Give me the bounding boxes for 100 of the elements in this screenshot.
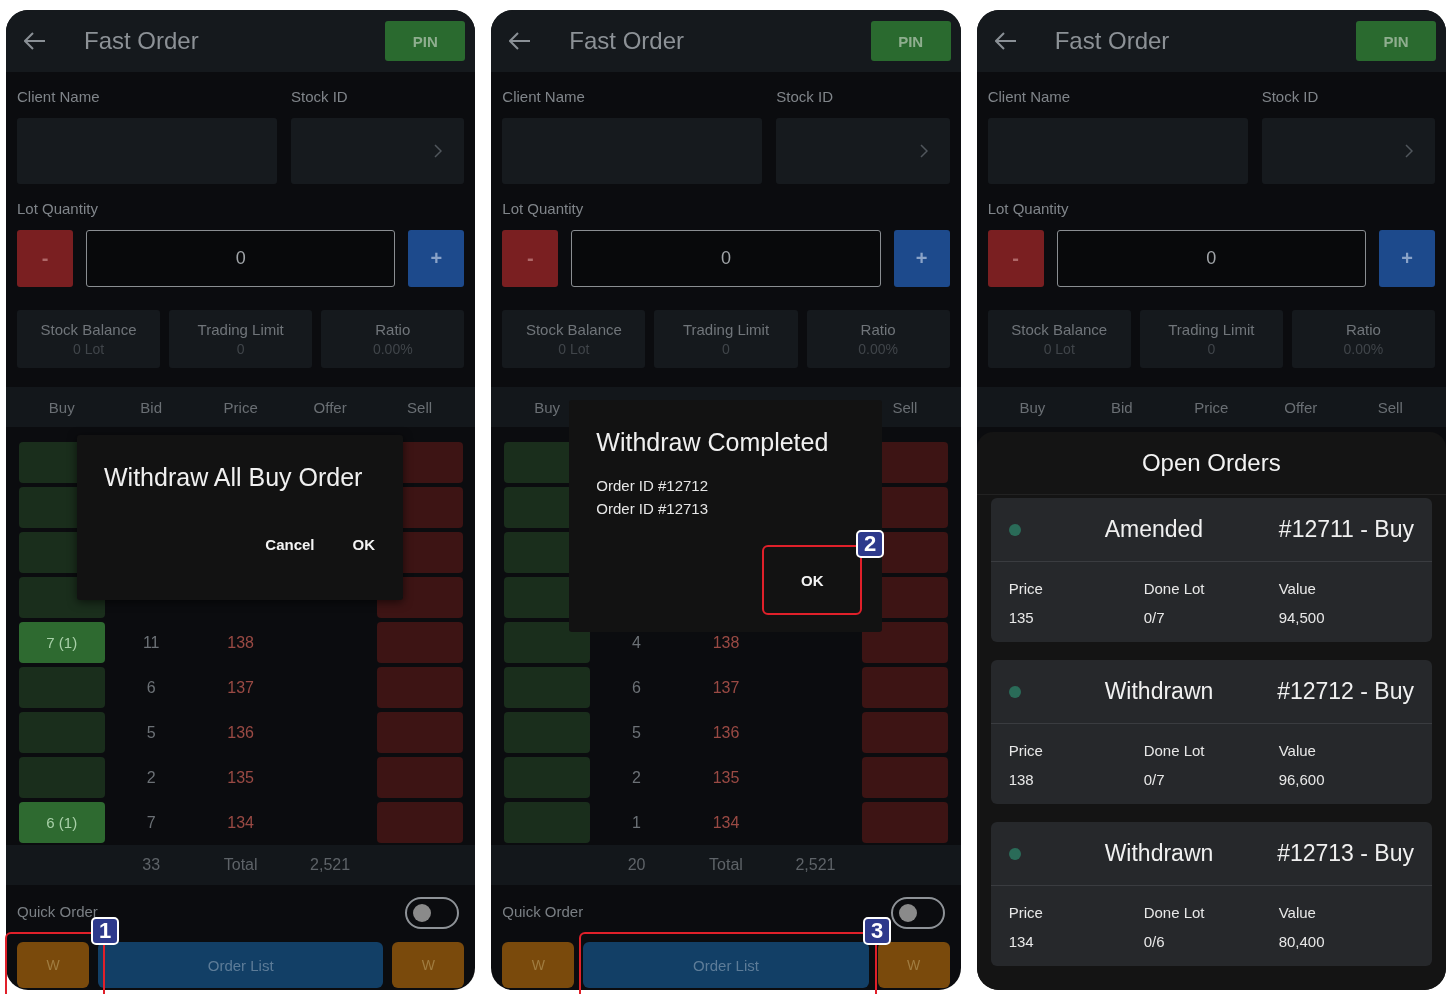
stock-id-field[interactable] bbox=[1261, 118, 1435, 184]
dialog-button[interactable]: Cancel bbox=[253, 528, 327, 561]
stat-label: Stock Balance bbox=[40, 321, 137, 338]
sell-cell[interactable] bbox=[861, 667, 948, 708]
stat-label: Stock Balance bbox=[525, 321, 622, 338]
minus-button[interactable]: - bbox=[987, 230, 1044, 287]
stat-label: Trading Limit bbox=[1168, 321, 1255, 338]
bid-volume: 1 bbox=[632, 813, 641, 832]
plus-button[interactable]: + bbox=[893, 230, 950, 287]
stat-label: Ratio bbox=[375, 321, 411, 338]
dialog-button[interactable]: OK bbox=[340, 528, 387, 561]
price-level: 137 bbox=[227, 678, 254, 697]
order-list-button[interactable]: Order List bbox=[583, 942, 869, 988]
step-badge: 2 bbox=[856, 530, 884, 558]
status-dot-icon bbox=[1008, 523, 1021, 536]
buy-cell[interactable] bbox=[18, 667, 105, 708]
field-label: Lot Quantity bbox=[17, 200, 99, 218]
plus-button[interactable]: + bbox=[1379, 230, 1435, 287]
screen-title: Fast Order bbox=[84, 27, 200, 55]
sell-cell[interactable] bbox=[861, 802, 948, 843]
pin-button[interactable]: PIN bbox=[870, 21, 951, 61]
price-level: 134 bbox=[227, 813, 254, 832]
column-header: Offer bbox=[1284, 398, 1318, 416]
buy-cell[interactable] bbox=[504, 622, 591, 663]
price-level: 135 bbox=[227, 768, 254, 787]
price-level: 135 bbox=[712, 768, 740, 787]
buy-cell[interactable] bbox=[504, 802, 591, 843]
bid-volume: 2 bbox=[632, 768, 641, 787]
buy-cell[interactable] bbox=[18, 712, 105, 753]
plus-button[interactable]: + bbox=[408, 230, 465, 287]
sell-cell[interactable] bbox=[376, 712, 463, 753]
quantity-field[interactable]: 0 bbox=[571, 230, 881, 287]
screen-title: Fast Order bbox=[569, 27, 686, 55]
order-field-value: 0/6 bbox=[1143, 933, 1166, 950]
total-bid: 20 bbox=[627, 856, 646, 874]
minus-button[interactable]: - bbox=[502, 230, 559, 287]
bid-volume: 6 bbox=[632, 678, 641, 697]
column-header: Bid bbox=[1111, 398, 1133, 416]
buy-cell[interactable]: 6 (1) bbox=[18, 802, 105, 843]
order-card[interactable]: Amended #12711 - Buy Price 135 Done Lot 0/7 Value 94,500 bbox=[990, 498, 1432, 642]
minus-button[interactable]: - bbox=[17, 230, 73, 287]
column-header: Buy bbox=[48, 398, 75, 416]
sheet-title: Open Orders bbox=[1141, 449, 1281, 477]
column-header: Buy bbox=[1019, 398, 1046, 416]
field-label: Stock ID bbox=[291, 88, 348, 106]
sell-cell[interactable] bbox=[376, 757, 463, 798]
order-field-value: 80,400 bbox=[1278, 933, 1326, 950]
field-label: Stock ID bbox=[1261, 88, 1319, 106]
sell-cell[interactable] bbox=[861, 712, 948, 753]
price-level: 137 bbox=[712, 678, 740, 697]
back-arrow-icon[interactable] bbox=[24, 32, 46, 50]
sell-cell[interactable] bbox=[861, 622, 948, 663]
total-offer: 2,521 bbox=[310, 856, 351, 874]
step-badge: 3 bbox=[863, 917, 891, 945]
buy-cell[interactable] bbox=[504, 667, 591, 708]
bid-volume: 11 bbox=[142, 633, 160, 652]
field-label: Lot Quantity bbox=[502, 200, 585, 218]
order-list-button[interactable]: Order List bbox=[98, 942, 384, 988]
sell-cell[interactable] bbox=[376, 622, 463, 663]
sell-cell[interactable] bbox=[861, 757, 948, 798]
bid-volume: 5 bbox=[146, 723, 156, 742]
order-field-value: 94,500 bbox=[1278, 609, 1326, 626]
sell-cell[interactable] bbox=[376, 802, 463, 843]
total-label: Total bbox=[223, 856, 258, 874]
buy-cell[interactable] bbox=[18, 757, 105, 798]
order-field-value: 138 bbox=[1008, 771, 1035, 788]
chevron-right-icon bbox=[919, 144, 928, 158]
column-header: Bid bbox=[140, 398, 163, 416]
quick-order-label: Quick Order bbox=[17, 903, 98, 920]
status-dot-icon bbox=[1008, 847, 1021, 860]
price-level: 136 bbox=[227, 723, 254, 742]
step-badge: 1 bbox=[91, 917, 119, 945]
field-label: Client Name bbox=[502, 88, 586, 106]
order-card[interactable]: Withdrawn #12713 - Buy Price 134 Done Lot 0/6 Value 80,400 bbox=[990, 822, 1432, 966]
order-field-label: Done Lot bbox=[1143, 742, 1206, 759]
pin-button[interactable]: PIN bbox=[385, 21, 466, 61]
column-header: Sell bbox=[407, 398, 433, 416]
quantity-field[interactable]: 0 bbox=[1056, 230, 1366, 287]
stock-id-field[interactable] bbox=[291, 118, 465, 184]
field-label: Client Name bbox=[987, 88, 1072, 106]
pin-button[interactable]: PIN bbox=[1356, 21, 1436, 61]
order-field-label: Price bbox=[1008, 580, 1044, 597]
total-bid: 33 bbox=[142, 856, 161, 874]
order-card[interactable]: Withdrawn #12712 - Buy Price 138 Done Lot 0/7 Value 96,600 bbox=[990, 660, 1432, 804]
back-arrow-icon[interactable] bbox=[509, 32, 532, 50]
quantity-field[interactable]: 0 bbox=[86, 230, 396, 287]
order-field-value: 135 bbox=[1008, 609, 1035, 626]
toggle-switch[interactable] bbox=[890, 897, 945, 929]
sell-cell[interactable] bbox=[376, 667, 463, 708]
price-level: 134 bbox=[712, 813, 740, 832]
dialog-message: Order ID #12713 bbox=[596, 500, 710, 517]
buy-cell[interactable]: 7 (1) bbox=[18, 622, 105, 663]
buy-cell[interactable] bbox=[504, 712, 591, 753]
stock-id-field[interactable] bbox=[776, 118, 950, 184]
buy-cell[interactable] bbox=[504, 757, 591, 798]
toggle-switch[interactable] bbox=[405, 897, 460, 929]
dialog-title: Withdraw Completed bbox=[596, 428, 830, 457]
order-status: Withdrawn bbox=[1104, 840, 1215, 867]
chevron-right-icon bbox=[434, 144, 443, 158]
back-arrow-icon[interactable] bbox=[994, 32, 1017, 50]
